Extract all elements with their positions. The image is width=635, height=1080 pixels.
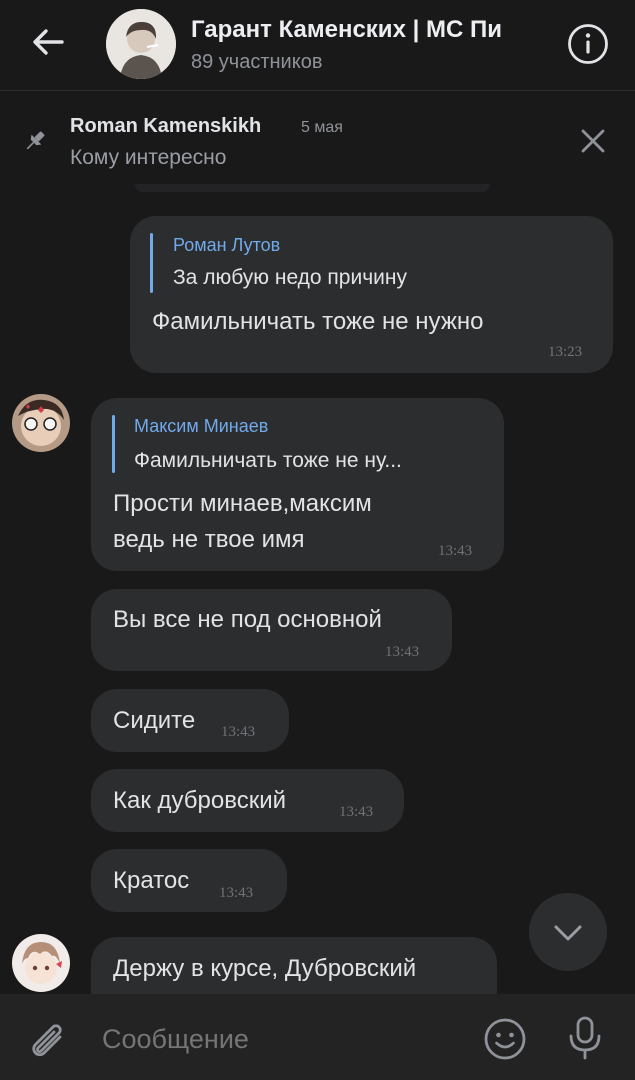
info-icon[interactable] [566,22,610,66]
avatar[interactable] [12,934,70,992]
reply-text: За любую недо причину [173,266,407,289]
message-text: Держу в курсе, Дубровский [113,955,417,982]
previous-message-edge [135,184,490,192]
message-text: Фамильничать тоже не нужно [152,308,484,335]
chevron-down-icon [554,925,582,941]
message-text: Вы все не под основной [113,606,382,633]
chat-title[interactable]: Гарант Каменских | МС Пи [191,16,541,44]
avatar[interactable] [12,394,70,452]
message-text: Кратос [113,867,190,894]
pin-icon [26,131,45,150]
message-text: Сидите [113,707,196,734]
message-input[interactable] [100,1018,454,1060]
reply-author[interactable]: Максим Минаев [134,416,268,437]
smile-icon[interactable] [482,1016,528,1062]
message-time: 13:43 [438,543,473,559]
reply-quote-bar [112,415,115,473]
pinned-date: 5 мая [301,119,343,136]
reply-quote-bar [150,233,153,293]
message-time: 13:43 [219,885,254,901]
message-text: Прости минаев,максим [113,490,372,517]
message-text: ведь не твое имя [113,526,305,553]
message-text: Как дубровский [113,787,287,814]
microphone-icon[interactable] [565,1014,605,1062]
pinned-text: Кому интересно [70,146,227,169]
message-time: 13:43 [339,804,374,820]
pinned-author: Roman Kamenskikh [70,115,262,137]
message-time: 13:43 [385,644,420,660]
chat-avatar[interactable] [106,9,176,79]
message-time: 13:23 [548,344,583,360]
chat-header: Гарант Каменских | МС Пи 89 участников [0,0,635,90]
pinned-message[interactable] [0,91,635,191]
reply-author[interactable]: Роман Лутов [173,235,280,256]
arrow-left-icon[interactable] [28,22,68,62]
close-icon[interactable] [578,126,608,156]
message-time: 13:43 [221,724,256,740]
reply-text: Фамильничать тоже не ну... [134,449,402,472]
participants-count: 89 участников [191,51,323,73]
scroll-down-button[interactable] [529,893,607,971]
paperclip-icon[interactable] [28,1017,68,1061]
